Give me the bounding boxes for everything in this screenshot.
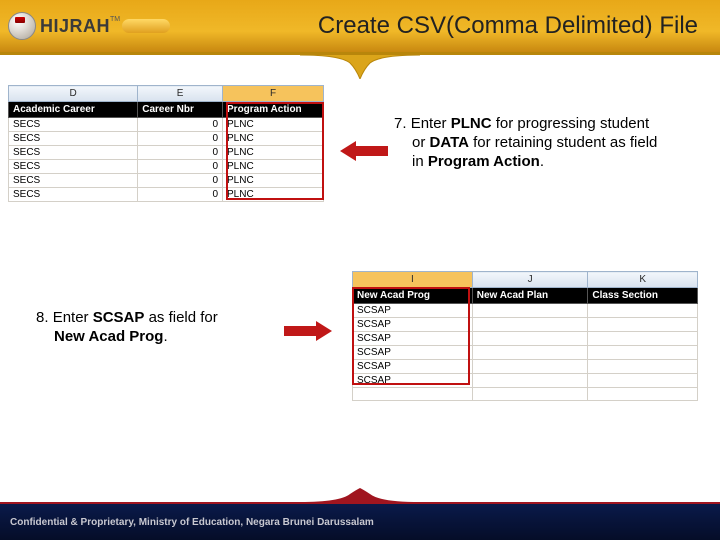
page-title: Create CSV(Comma Delimited) File <box>318 12 698 39</box>
footer-text: Confidential & Proprietary, Ministry of … <box>10 517 374 528</box>
title-area: Create CSV(Comma Delimited) File <box>170 12 720 40</box>
footer: Confidential & Proprietary, Ministry of … <box>0 488 720 540</box>
brand-name: HIJRAHTM <box>40 16 120 37</box>
brand-logo: HIJRAHTM <box>8 12 170 40</box>
col-letter-f: F <box>223 86 324 102</box>
hdr-class-section: Class Section <box>588 288 698 304</box>
hdr-academic-career: Academic Career <box>9 102 138 118</box>
col-letter-e: E <box>138 86 223 102</box>
highlight-new-acad-prog <box>352 287 470 385</box>
slide-content: D E F Academic Career Career Nbr Program… <box>0 79 720 499</box>
brand-text: HIJRAH <box>40 16 110 36</box>
table-row <box>353 388 698 401</box>
col-letter-d: D <box>9 86 138 102</box>
hdr-career-nbr: Career Nbr <box>138 102 223 118</box>
col-letter-i: I <box>353 272 473 288</box>
brand-pill-icon <box>122 19 170 33</box>
table-col-letters: I J K <box>353 272 698 288</box>
arrow-left-icon <box>340 139 388 163</box>
col-letter-j: J <box>472 272 588 288</box>
logo-emblem-icon <box>8 12 36 40</box>
instr7-num: 7. <box>394 115 411 132</box>
instr8-num: 8. <box>36 309 53 326</box>
table-col-letters: D E F <box>9 86 324 102</box>
header-bar: HIJRAHTM Create CSV(Comma Delimited) Fil… <box>0 0 720 52</box>
footer-bar: Confidential & Proprietary, Ministry of … <box>0 502 720 540</box>
trademark-icon: TM <box>110 16 120 23</box>
footer-notch-icon <box>0 488 720 502</box>
hdr-new-acad-plan: New Acad Plan <box>472 288 588 304</box>
highlight-program-action <box>226 102 324 200</box>
instruction-8: 8. Enter SCSAP as field for New Acad Pro… <box>36 309 276 347</box>
instruction-7: 7. Enter PLNC for progressing student or… <box>394 115 706 171</box>
col-letter-k: K <box>588 272 698 288</box>
arrow-right-icon <box>284 319 332 343</box>
header-funnel-icon <box>0 55 720 79</box>
